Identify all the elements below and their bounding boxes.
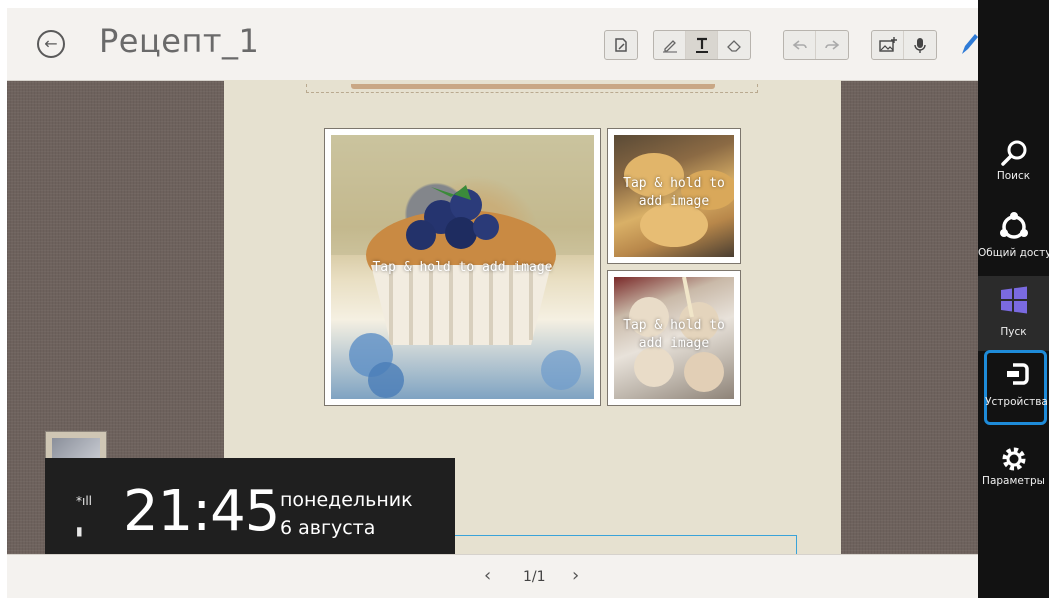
charm-settings[interactable]: Параметры xyxy=(978,435,1049,507)
clock-weekday: понедельник xyxy=(280,489,413,511)
photo-large-placeholder: Tap & hold to add image xyxy=(372,260,553,275)
eraser-icon[interactable] xyxy=(718,31,750,59)
gear-icon xyxy=(1002,447,1026,471)
charm-start-label: Пуск xyxy=(1000,326,1027,338)
charm-share[interactable]: Общий доступ xyxy=(978,203,1049,275)
share-icon xyxy=(1000,212,1028,239)
page-template-icon[interactable] xyxy=(605,31,637,59)
photo-small-top[interactable]: Tap & hold to add image xyxy=(607,128,741,264)
title-strip xyxy=(351,84,715,89)
history-group xyxy=(783,30,849,60)
clock-time: 21:45 xyxy=(123,479,280,544)
back-button[interactable]: ← xyxy=(37,30,65,58)
charms-bar: Поиск Общий доступ Пуск Устройства Парам… xyxy=(978,0,1049,598)
battery-icon: ▮ xyxy=(76,524,83,538)
pen-icon[interactable] xyxy=(654,31,686,59)
bottom-bar: ‹ 1/1 › xyxy=(7,554,978,598)
charm-settings-label: Параметры xyxy=(982,475,1045,487)
prev-page-button[interactable]: ‹ xyxy=(484,565,491,586)
photo-small-bottom-placeholder-line2: add image xyxy=(638,336,710,351)
microphone-icon[interactable] xyxy=(904,31,936,59)
page-title: Рецепт_1 xyxy=(99,22,260,60)
title-bar: ← Рецепт_1 xyxy=(7,8,978,81)
photo-small-bottom[interactable]: Tap & hold to add image xyxy=(607,270,741,406)
text-icon[interactable] xyxy=(686,31,718,59)
charm-share-label: Общий доступ xyxy=(978,247,1049,259)
lock-clock-overlay: *ıll ▮ 21:45 понедельник 6 августа xyxy=(45,458,455,567)
charm-start[interactable]: Пуск xyxy=(978,276,1049,351)
charm-devices-label: Устройства xyxy=(985,396,1048,408)
photo-small-bottom-placeholder-line1: Tap & hold to xyxy=(623,318,725,333)
charm-devices[interactable]: Устройства xyxy=(984,350,1048,425)
redo-icon[interactable] xyxy=(816,31,848,59)
next-page-button[interactable]: › xyxy=(572,565,579,586)
windows-icon xyxy=(1001,286,1027,314)
devices-icon xyxy=(1007,363,1029,385)
insert-image-icon[interactable] xyxy=(872,31,904,59)
charm-search-label: Поиск xyxy=(996,170,1031,182)
page-counter: 1/1 xyxy=(523,569,546,585)
status-icons: *ıll ▮ xyxy=(76,486,92,546)
photo-small-top-placeholder-line2: add image xyxy=(638,194,710,209)
signal-icon: *ıll xyxy=(76,494,93,508)
photo-large[interactable]: Tap & hold to add image xyxy=(324,128,601,406)
insert-group xyxy=(871,30,937,60)
tool-group xyxy=(653,30,751,60)
clock-date: 6 августа xyxy=(280,517,376,539)
pencil-icon[interactable] xyxy=(958,32,978,58)
photo-small-top-placeholder-line1: Tap & hold to xyxy=(623,176,725,191)
app-window: ← Рецепт_1 Tap & hold to add image Tap &… xyxy=(7,8,978,598)
title-strip-frame xyxy=(306,84,758,93)
undo-icon[interactable] xyxy=(784,31,816,59)
page-template-group xyxy=(604,30,638,60)
charm-search[interactable]: Поиск xyxy=(978,130,1049,202)
search-icon xyxy=(1001,140,1027,166)
